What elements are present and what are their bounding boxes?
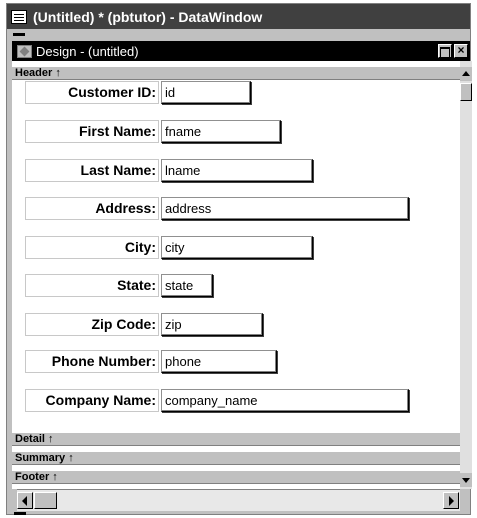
column-field[interactable]: state [161, 274, 213, 297]
datawindow-icon [11, 9, 27, 24]
vertical-scroll-thumb[interactable] [460, 83, 472, 101]
column-field[interactable]: lname [161, 159, 313, 182]
band-summary[interactable]: Summary ↑ [12, 451, 460, 465]
design-window-title-bar[interactable]: Design - (untitled) × [12, 41, 470, 61]
field-label[interactable]: Phone Number: [25, 350, 159, 373]
field-label[interactable]: State: [25, 274, 159, 297]
window-title: (Untitled) * (pbtutor) - DataWindow [33, 8, 263, 25]
column-field[interactable]: id [161, 81, 251, 104]
close-button[interactable]: × [454, 44, 468, 58]
column-field[interactable]: address [161, 197, 409, 220]
menu-strip [7, 29, 470, 41]
band-footer[interactable]: Footer ↑ [12, 470, 460, 484]
field-label[interactable]: First Name: [25, 120, 159, 143]
column-field[interactable]: fname [161, 120, 281, 143]
design-painter-icon [17, 44, 32, 58]
window-title-bar[interactable]: (Untitled) * (pbtutor) - DataWindow [7, 4, 470, 29]
scroll-up-arrow-icon[interactable] [460, 67, 472, 81]
field-label[interactable]: Last Name: [25, 159, 159, 182]
field-label[interactable]: Address: [25, 197, 159, 220]
resize-handle-icon[interactable] [14, 512, 26, 515]
field-label[interactable]: Zip Code: [25, 313, 159, 336]
field-label[interactable]: Customer ID: [25, 81, 159, 104]
field-label[interactable]: City: [25, 236, 159, 259]
band-header[interactable]: Header ↑ [12, 66, 460, 80]
column-field[interactable]: phone [161, 350, 277, 373]
restore-button[interactable] [438, 44, 452, 58]
vertical-scrollbar[interactable] [460, 61, 472, 489]
band-detail[interactable]: Detail ↑ [12, 432, 460, 446]
column-field[interactable]: zip [161, 313, 263, 336]
horizontal-scrollbar[interactable] [17, 489, 460, 511]
field-label[interactable]: Company Name: [25, 389, 159, 412]
system-menu-icon[interactable] [13, 33, 25, 36]
design-surface[interactable]: Header ↑ Customer ID: id First Name: fna… [12, 61, 460, 489]
design-window-title: Design - (untitled) [36, 43, 139, 59]
column-field[interactable]: company_name [161, 389, 409, 412]
scroll-left-arrow-icon[interactable] [17, 492, 33, 509]
scroll-right-arrow-icon[interactable] [443, 492, 459, 509]
horizontal-scroll-thumb[interactable] [34, 492, 57, 509]
column-field[interactable]: city [161, 236, 313, 259]
scroll-down-arrow-icon[interactable] [460, 473, 472, 487]
